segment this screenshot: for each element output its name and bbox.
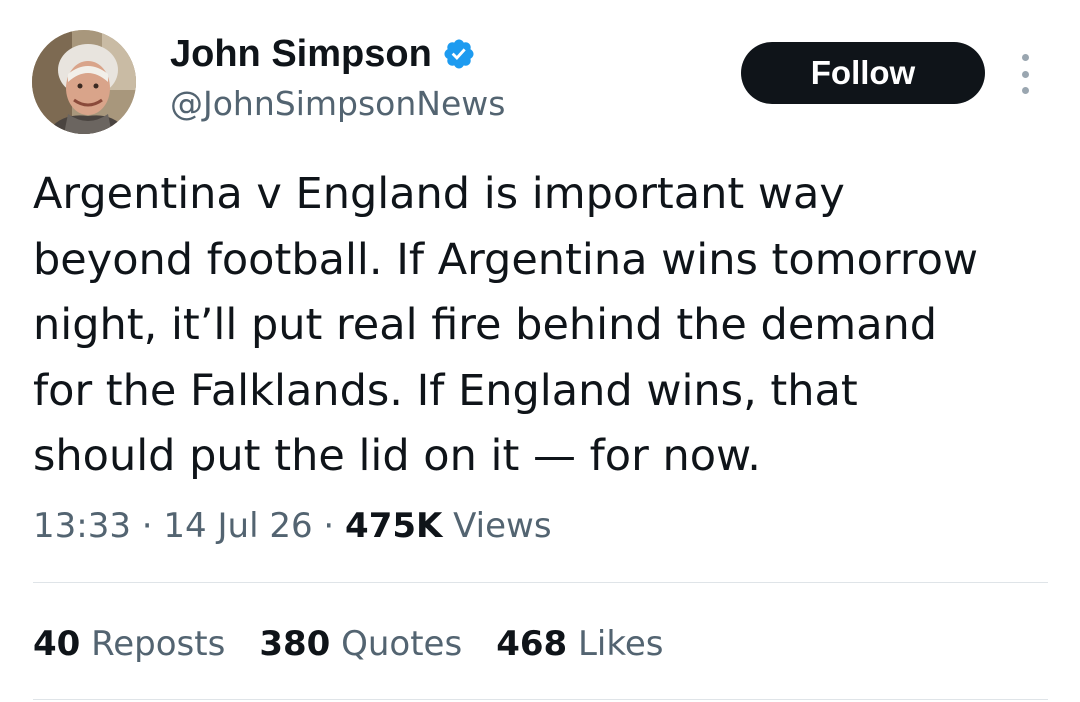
tweet-text: Argentina v England is important way bey…	[33, 162, 1053, 490]
tweet-card: John Simpson @JohnSimpsonNews Follow Arg…	[0, 0, 1080, 702]
author-handle[interactable]: @JohnSimpsonNews	[170, 82, 505, 126]
views-label: Views	[453, 506, 552, 546]
likes-count: 468	[496, 624, 568, 664]
author-display-name[interactable]: John Simpson	[170, 30, 432, 78]
reposts-label: Reposts	[91, 624, 226, 664]
views-count: 475K	[345, 506, 443, 546]
likes-label: Likes	[577, 624, 664, 664]
tweet-text-line: Argentina v England is important way	[33, 169, 845, 219]
tweet-meta: 13:33 · 14 Jul 26 · 475K Views	[33, 500, 552, 552]
more-dot	[1021, 70, 1029, 78]
meta-separator: ·	[323, 506, 335, 546]
follow-button[interactable]: Follow	[741, 42, 985, 104]
quotes-label: Quotes	[341, 624, 463, 664]
reposts-count: 40	[33, 624, 81, 664]
verified-badge-icon	[444, 39, 474, 69]
tweet-text-line: should put the lid on it — for now.	[33, 431, 761, 481]
tweet-text-line: for the Falklands. If England wins, that	[33, 365, 858, 416]
more-options-icon[interactable]	[1014, 54, 1036, 94]
avatar-photo	[32, 30, 136, 134]
engagement-stats: 40 Reposts 380 Quotes 468 Likes	[33, 618, 663, 670]
reposts-stat[interactable]: 40 Reposts	[33, 618, 225, 670]
tweet-date[interactable]: 14 Jul 26	[163, 506, 312, 546]
more-dot	[1021, 54, 1029, 61]
divider	[33, 582, 1048, 583]
tweet-text-line: night, it’ll put real fire behind the de…	[33, 300, 938, 350]
avatar[interactable]	[32, 30, 136, 134]
meta-separator: ·	[141, 506, 153, 546]
divider	[33, 699, 1048, 700]
tweet-time[interactable]: 13:33	[33, 506, 131, 546]
author-name-row[interactable]: John Simpson	[170, 30, 476, 78]
tweet-text-line: beyond football. If Argentina wins tomor…	[33, 234, 979, 285]
quotes-count: 380	[259, 624, 331, 664]
quotes-stat[interactable]: 380 Quotes	[259, 618, 462, 670]
more-dot	[1021, 87, 1029, 94]
likes-stat[interactable]: 468 Likes	[496, 618, 663, 670]
